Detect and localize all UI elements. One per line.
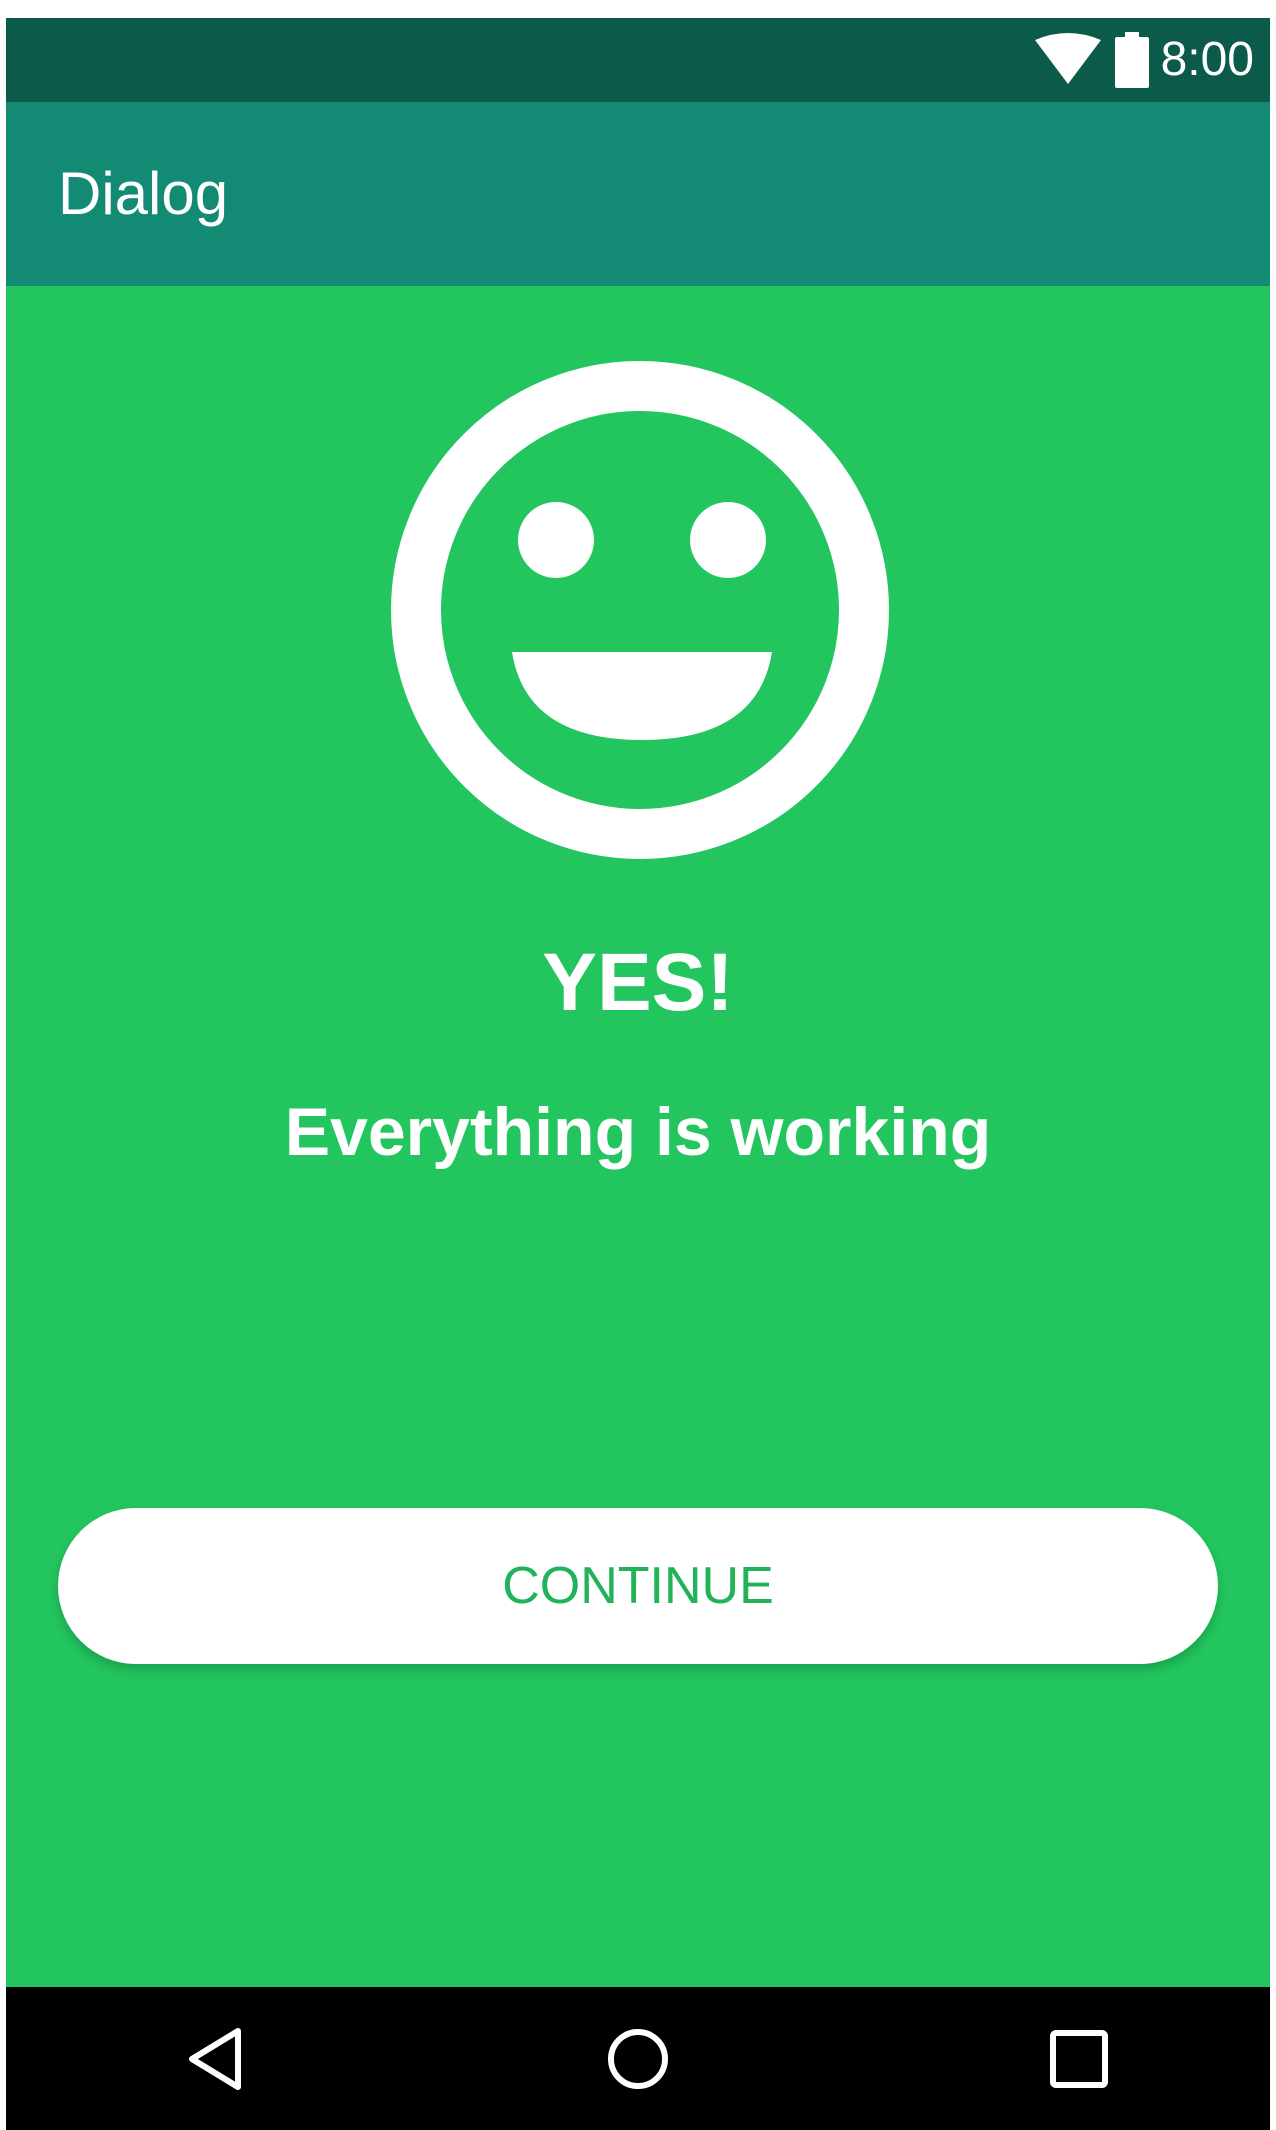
navigation-bar (6, 1987, 1270, 2130)
back-icon[interactable] (178, 2021, 254, 2097)
status-bar: 8:00 (6, 18, 1270, 102)
continue-button-label: CONTINUE (502, 1557, 774, 1615)
app-title: Dialog (58, 160, 229, 227)
app-bar: Dialog (6, 102, 1270, 286)
wifi-icon (1034, 33, 1101, 84)
recents-icon[interactable] (1041, 2021, 1117, 2097)
smiley-face-icon (391, 361, 889, 859)
status-icons: 8:00 (1033, 18, 1254, 102)
dialog-message: Everything is working (284, 1094, 992, 1170)
dialog-headline: YES! (542, 937, 734, 1028)
phone-screen: 8:00 Dialog YES! Everything is working C… (6, 18, 1270, 2130)
status-clock: 8:00 (1160, 33, 1254, 86)
continue-button[interactable]: CONTINUE (58, 1508, 1218, 1664)
dialog-content: YES! Everything is working CONTINUE (6, 286, 1270, 1987)
battery-icon (1114, 32, 1149, 88)
home-icon[interactable] (600, 2021, 676, 2097)
